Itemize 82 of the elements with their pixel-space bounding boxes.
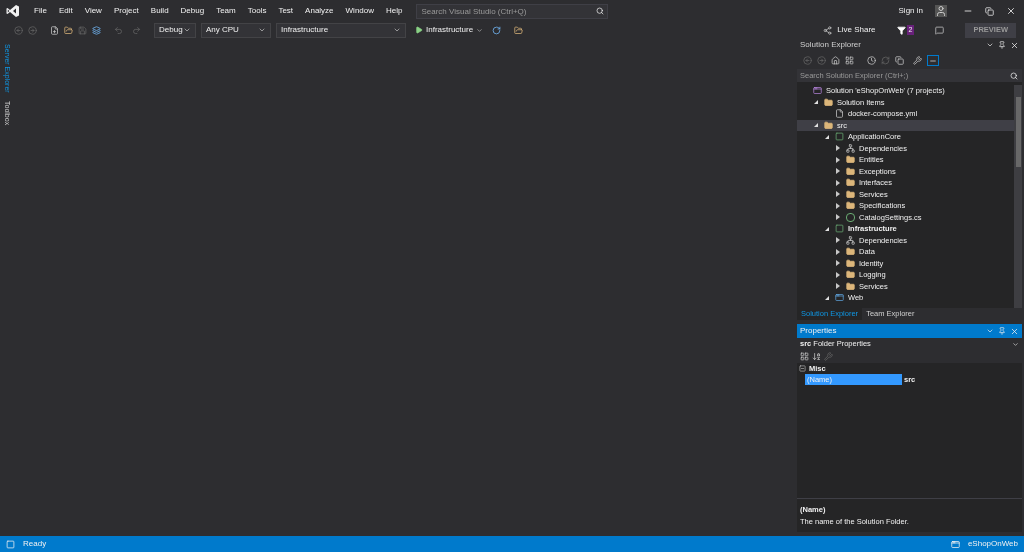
collapsed-arrow-icon[interactable] [836, 156, 840, 163]
menu-item[interactable]: Edit [52, 5, 79, 17]
collapsed-arrow-icon[interactable] [836, 248, 840, 255]
dependencies-icon [846, 235, 855, 245]
search-icon[interactable] [596, 7, 605, 15]
panel-title: Properties [800, 325, 837, 337]
folder-icon [846, 155, 855, 165]
folder-icon [846, 166, 855, 176]
status-icon [6, 539, 15, 549]
expanded-arrow-icon[interactable] [814, 100, 818, 105]
collapsed-arrow-icon[interactable] [836, 202, 840, 209]
scrollbar[interactable] [1014, 85, 1022, 308]
project-dropdown[interactable]: Infrastructure [276, 22, 406, 38]
menu-item[interactable]: Analyze [299, 5, 340, 17]
expanded-arrow-icon[interactable] [825, 134, 829, 139]
caret-icon [258, 26, 266, 34]
menu-item[interactable]: View [78, 5, 108, 17]
project-icon [835, 132, 844, 142]
account-icon[interactable] [935, 5, 947, 17]
refresh-icon[interactable] [492, 25, 502, 35]
collapse-icon[interactable] [799, 365, 806, 372]
project-icon [835, 224, 844, 234]
expanded-arrow-icon[interactable] [814, 123, 818, 128]
close-icon[interactable] [1006, 6, 1016, 16]
folder-icon [846, 247, 855, 257]
close-icon[interactable] [1010, 40, 1019, 50]
open-icon[interactable] [64, 25, 73, 35]
folder-icon [846, 258, 855, 268]
collapsed-arrow-icon[interactable] [836, 179, 840, 186]
folder-icon [846, 201, 855, 211]
dropdown-icon[interactable] [986, 41, 994, 49]
caret-icon [1012, 340, 1019, 348]
live-share-icon[interactable] [823, 25, 833, 35]
dependencies-icon [846, 143, 855, 153]
pin-icon[interactable] [998, 41, 1006, 49]
search-icon[interactable] [1010, 71, 1018, 80]
play-icon [415, 26, 423, 34]
new-item-icon[interactable] [50, 25, 59, 35]
home-icon[interactable] [831, 56, 840, 65]
folder-icon [846, 189, 855, 199]
categorized-icon[interactable] [800, 352, 809, 361]
caret-icon [476, 26, 484, 34]
menu-item[interactable]: Tools [241, 5, 273, 17]
menu-item[interactable]: Build [144, 5, 175, 17]
logo-icon [6, 4, 20, 18]
caret-icon [183, 26, 191, 34]
restore-icon[interactable] [985, 6, 994, 16]
menu-item[interactable]: Window [339, 5, 380, 17]
folder-icon [846, 270, 855, 280]
folder-icon [824, 120, 833, 130]
sign-in-link[interactable]: Sign in [898, 5, 923, 17]
preview-toggle-icon[interactable] [927, 55, 939, 66]
menu-item[interactable]: File [28, 5, 53, 17]
collapsed-arrow-icon[interactable] [836, 191, 840, 198]
panel-title: Solution Explorer [800, 39, 861, 51]
sort-icon[interactable] [812, 352, 821, 361]
collapsed-arrow-icon[interactable] [836, 283, 840, 290]
collapsed-arrow-icon[interactable] [836, 271, 840, 278]
status-text: Ready [23, 538, 47, 550]
file-icon [835, 109, 844, 119]
configuration-dropdown[interactable]: Debug [154, 22, 196, 38]
collapsed-arrow-icon[interactable] [836, 145, 840, 152]
folder-icon [846, 281, 855, 291]
menu-item[interactable]: Help [380, 5, 409, 17]
live-share-button[interactable]: Live Share [837, 24, 876, 36]
solution-name: eShopOnWeb [967, 538, 1018, 550]
caret-icon [393, 26, 401, 34]
menu-item[interactable]: Test [272, 5, 300, 17]
collapsed-arrow-icon[interactable] [836, 260, 840, 267]
folder-icon [846, 178, 855, 188]
folder-icon [824, 97, 833, 107]
menu-item[interactable]: Project [107, 5, 145, 17]
collapsed-arrow-icon[interactable] [836, 237, 840, 244]
search-field[interactable]: Search Visual Studio (Ctrl+Q) [416, 3, 609, 19]
run-button[interactable]: Infrastructure [411, 24, 488, 36]
collapsed-arrow-icon[interactable] [836, 214, 840, 221]
menu-item[interactable]: Debug [174, 5, 211, 17]
menu-item[interactable]: Team [210, 5, 242, 17]
expanded-arrow-icon[interactable] [825, 295, 829, 300]
expanded-arrow-icon[interactable] [825, 226, 829, 231]
platform-dropdown[interactable]: Any CPU [201, 22, 271, 38]
collapsed-arrow-icon[interactable] [836, 168, 840, 175]
